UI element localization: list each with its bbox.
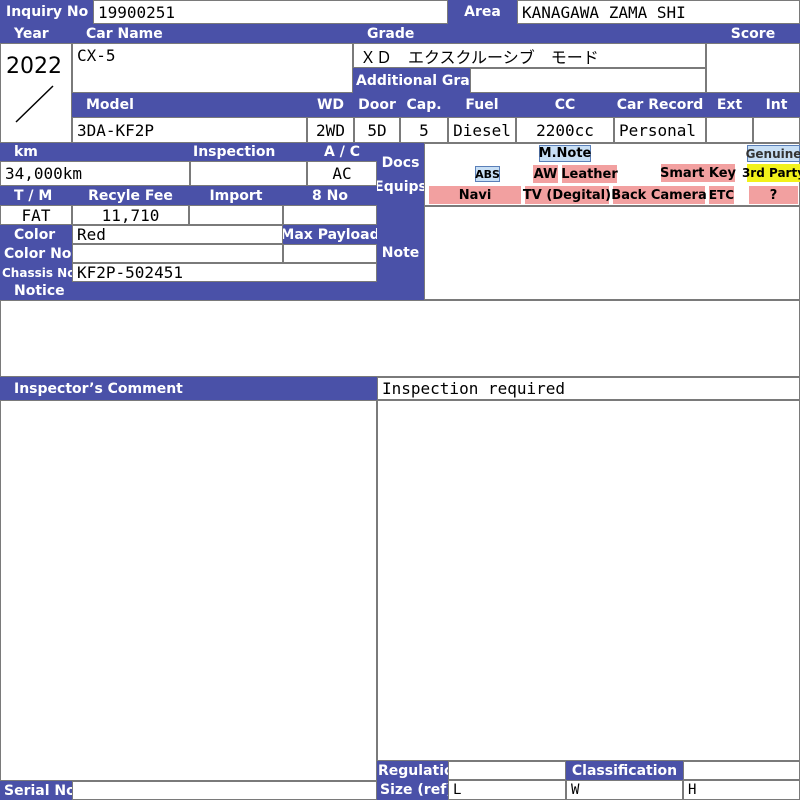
color-value: Red xyxy=(72,225,283,244)
color-no-label: Color No xyxy=(0,244,72,263)
cap-value: 5 xyxy=(400,117,448,143)
inspectors-comment-label: Inspector’s Comment xyxy=(0,377,377,400)
inquiry-no-label: Inquiry No xyxy=(0,0,93,24)
area-label: Area xyxy=(448,0,517,24)
m-note-chip: M.Note xyxy=(538,145,592,162)
car-record-label: Car Record xyxy=(614,93,706,117)
cap-label: Cap. xyxy=(400,93,448,117)
inspection-value xyxy=(190,161,307,186)
int-label: Int xyxy=(753,93,800,117)
serial-no-label: Serial No xyxy=(0,781,72,800)
inspection-label: Inspection xyxy=(190,143,307,161)
grade-label: Grade xyxy=(353,24,706,43)
year-box: 2022 xyxy=(0,43,72,143)
third-party-chip: 3rd Party xyxy=(741,164,800,182)
additional-grade-value xyxy=(470,68,706,93)
back-camera-chip: Back Camera xyxy=(611,186,707,204)
km-label: km xyxy=(0,143,190,161)
notice-label: Notice xyxy=(0,282,377,300)
notice-value xyxy=(0,300,800,377)
year-label: Year xyxy=(0,24,72,43)
note-label: Note xyxy=(377,206,424,300)
import-label: Import xyxy=(189,186,283,205)
cc-value: 2200cc xyxy=(516,117,614,143)
max-payload-label: Max Payload xyxy=(283,225,377,244)
size-w-field: W xyxy=(566,780,683,800)
size-ref-label: Size (ref) xyxy=(377,780,448,800)
regulation-label: Regulation xyxy=(377,761,448,780)
max-payload-value xyxy=(283,244,377,263)
km-value: 34,000km xyxy=(0,161,190,186)
size-l-field: L xyxy=(448,780,566,800)
regulation-value xyxy=(448,761,566,780)
tm-value: FAT xyxy=(0,205,72,225)
color-no-value xyxy=(72,244,283,263)
door-label: Door xyxy=(354,93,400,117)
comment-area-left xyxy=(0,400,377,781)
comment-area-right xyxy=(377,400,800,761)
inspectors-comment-summary: Inspection required xyxy=(377,377,800,400)
navi-chip: Navi xyxy=(429,186,521,204)
grade-value: ＸＤ エクスクルーシブ モード xyxy=(353,43,706,68)
color-label: Color xyxy=(0,225,72,244)
size-h-field: H xyxy=(683,780,800,800)
car-record-value: Personal xyxy=(614,117,706,143)
area-value: KANAGAWA ZAMA SHI xyxy=(517,0,800,24)
docs-equips-label: Docs Equips xyxy=(377,143,424,206)
inquiry-no-value: 19900251 xyxy=(93,0,448,24)
additional-grade-label: Additional Grade xyxy=(353,68,470,93)
classification-label: Classification xyxy=(566,761,683,780)
car-name-label: Car Name xyxy=(72,24,353,43)
tm-label: T / M xyxy=(0,186,72,205)
ext-label: Ext xyxy=(706,93,753,117)
eight-no-value xyxy=(283,205,377,225)
recycle-fee-value: 11,710 xyxy=(72,205,189,225)
wd-value: 2WD xyxy=(307,117,354,143)
year-diagonal-line xyxy=(15,85,54,123)
docs-label: Docs xyxy=(381,154,420,171)
wd-label: WD xyxy=(307,93,354,117)
model-value: 3DA-KF2P xyxy=(72,117,307,143)
ac-value: AC xyxy=(307,161,377,186)
int-value xyxy=(753,117,800,143)
aw-chip: AW xyxy=(533,165,558,183)
import-value xyxy=(189,205,283,225)
etc-chip: ETC xyxy=(708,186,735,204)
ext-value xyxy=(706,117,753,143)
note-value xyxy=(424,206,800,300)
fuel-value: Diesel xyxy=(448,117,516,143)
door-value: 5D xyxy=(354,117,400,143)
eight-no-label: 8 No xyxy=(283,186,377,205)
cc-label: CC xyxy=(516,93,614,117)
genuine-chip: Genuine xyxy=(745,145,800,162)
classification-value xyxy=(683,761,800,780)
smart-key-chip: Smart Key xyxy=(660,164,736,182)
serial-no-value xyxy=(72,781,377,800)
model-label: Model xyxy=(72,93,307,117)
car-name-value: CX-5 xyxy=(72,43,353,93)
unknown-chip: ? xyxy=(749,186,798,204)
leather-chip: Leather xyxy=(561,165,618,183)
abs-chip: ABS xyxy=(475,166,500,182)
score-value xyxy=(706,43,800,93)
fuel-label: Fuel xyxy=(448,93,516,117)
chassis-no-value: KF2P-502451 xyxy=(72,263,377,282)
ac-label: A / C xyxy=(307,143,377,161)
score-label: Score xyxy=(706,24,800,43)
tv-chip: TV (Degital) xyxy=(522,186,612,204)
recycle-fee-label: Recyle Fee xyxy=(72,186,189,205)
equips-label: Equips xyxy=(377,178,424,195)
chassis-no-label: Chassis No xyxy=(0,263,72,282)
